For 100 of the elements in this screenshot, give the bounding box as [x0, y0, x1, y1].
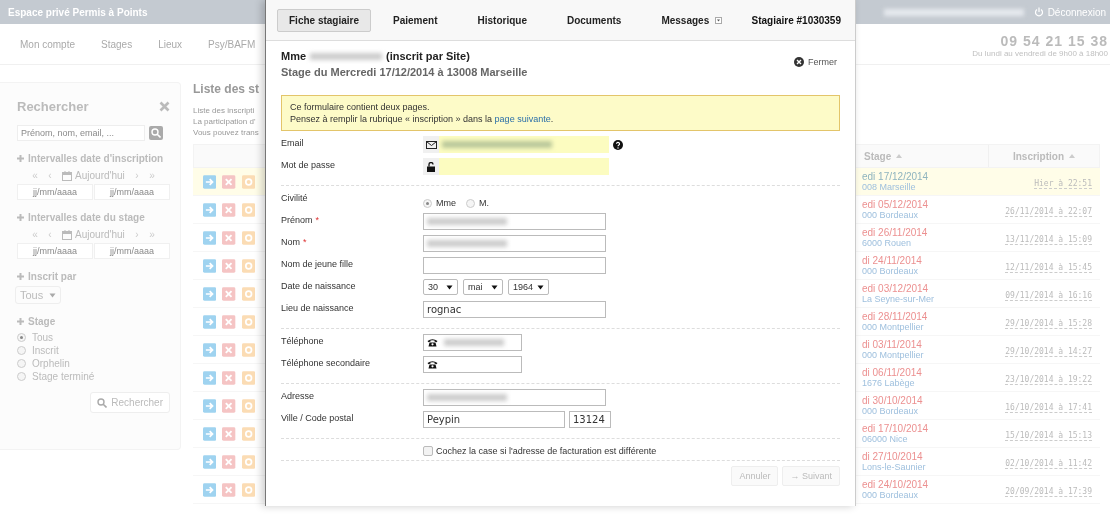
required-mark: * — [303, 237, 307, 247]
tab[interactable]: Historique — [465, 8, 539, 32]
input-field[interactable] — [423, 257, 606, 274]
select-field[interactable]: 1964 — [508, 279, 549, 295]
circle-icon[interactable] — [241, 174, 255, 189]
column-header[interactable]: Stage — [860, 145, 989, 167]
tab[interactable]: Messages — [649, 8, 735, 32]
nav-arrow[interactable]: » — [149, 170, 155, 181]
arrow-icon[interactable] — [203, 398, 217, 413]
select-field[interactable]: mai — [463, 279, 503, 295]
radio-label: Stage terminé — [32, 371, 95, 382]
date-field[interactable]: jj/mm/aaaa — [17, 184, 93, 200]
search-field[interactable]: Prénom, nom, email, ... — [17, 125, 145, 141]
cross-icon[interactable] — [222, 426, 236, 441]
cross-icon[interactable] — [222, 314, 236, 329]
date-field[interactable]: jj/mm/aaaa — [94, 184, 170, 200]
close-button[interactable]: Fermer — [794, 57, 837, 67]
nav-link[interactable]: Lieux — [158, 38, 183, 50]
radio-button[interactable] — [17, 333, 26, 342]
circle-icon[interactable] — [241, 398, 255, 413]
city-field[interactable]: Peypin — [423, 411, 565, 428]
phone-icon — [427, 360, 438, 369]
cross-icon[interactable] — [222, 398, 236, 413]
cross-icon[interactable] — [222, 258, 236, 273]
circle-icon[interactable] — [241, 286, 255, 301]
email-field[interactable] — [439, 136, 609, 153]
page-link[interactable]: page suivante — [494, 114, 551, 124]
field-label: Prénom — [281, 215, 313, 225]
circle-icon[interactable] — [241, 342, 255, 357]
arrow-icon[interactable] — [203, 342, 217, 357]
arrow-icon[interactable] — [203, 286, 217, 301]
circle-icon[interactable] — [241, 258, 255, 273]
circle-icon[interactable] — [241, 454, 255, 469]
nav-link[interactable]: Mon compte — [20, 38, 76, 50]
input-field[interactable] — [423, 235, 606, 252]
nav-link[interactable]: Stages — [101, 38, 133, 50]
arrow-icon[interactable] — [203, 202, 217, 217]
arrow-icon[interactable] — [203, 174, 217, 189]
tab[interactable]: Documents — [554, 8, 634, 32]
arrow-icon[interactable] — [203, 370, 217, 385]
cross-icon[interactable] — [222, 174, 236, 189]
stage-date: edi 05/12/2014 — [862, 199, 930, 210]
close-icon[interactable] — [159, 100, 170, 112]
select-field[interactable]: 30 — [423, 279, 458, 295]
date-field[interactable]: jj/mm/aaaa — [94, 243, 170, 259]
filter-title: Intervalles date du stage — [28, 212, 145, 223]
postcode-field[interactable]: 13124 — [569, 411, 611, 428]
nav-arrow[interactable]: « — [32, 229, 38, 240]
today-link[interactable]: Aujourd'hui — [62, 229, 125, 240]
cross-icon[interactable] — [222, 230, 236, 245]
nav-arrow[interactable]: « — [32, 170, 38, 181]
radio-button[interactable] — [17, 372, 26, 381]
search-button[interactable] — [149, 126, 163, 140]
radio-button[interactable] — [466, 198, 475, 208]
cross-icon[interactable] — [222, 370, 236, 385]
circle-icon[interactable] — [241, 482, 255, 497]
nav-link[interactable]: Psy/BAFM — [208, 38, 256, 50]
column-header[interactable]: Inscription — [989, 145, 1099, 167]
today-link[interactable]: Aujourd'hui — [62, 170, 125, 181]
arrow-icon[interactable] — [203, 454, 217, 469]
stage-date: di 27/10/2014 — [862, 451, 924, 462]
logout-link[interactable]: Déconnexion — [1033, 6, 1106, 18]
radio-button[interactable] — [423, 198, 432, 208]
input-field[interactable] — [423, 389, 606, 406]
phone-field[interactable] — [423, 334, 522, 351]
cross-icon[interactable] — [222, 286, 236, 301]
cross-icon[interactable] — [222, 202, 236, 217]
cross-icon[interactable] — [222, 454, 236, 469]
arrow-icon[interactable] — [203, 258, 217, 273]
tab[interactable]: Paiement — [381, 8, 450, 32]
nav-arrow[interactable]: ‹ — [48, 229, 52, 240]
circle-icon[interactable] — [241, 314, 255, 329]
phone-field[interactable] — [423, 356, 522, 373]
plus-icon — [17, 214, 24, 221]
arrow-icon[interactable] — [203, 230, 217, 245]
circle-icon[interactable] — [241, 426, 255, 441]
cross-icon[interactable] — [222, 342, 236, 357]
search-button[interactable]: Rechercher — [90, 392, 170, 413]
checkbox[interactable] — [423, 446, 433, 456]
tab[interactable]: Fiche stagiaire — [277, 8, 372, 32]
nav-arrow[interactable]: » — [149, 229, 155, 240]
date-field[interactable]: jj/mm/aaaa — [17, 243, 93, 259]
input-field[interactable] — [423, 213, 606, 230]
nav-arrow[interactable]: › — [135, 170, 139, 181]
arrow-icon[interactable] — [203, 482, 217, 497]
radio-button[interactable] — [17, 346, 26, 355]
nav-arrow[interactable]: ‹ — [48, 170, 52, 181]
input-field[interactable]: rognac — [423, 301, 606, 318]
radio-label: M. — [479, 198, 489, 208]
arrow-icon[interactable] — [203, 426, 217, 441]
radio-button[interactable] — [17, 359, 26, 368]
field-label: Nom de jeune fille — [281, 259, 354, 269]
circle-icon[interactable] — [241, 230, 255, 245]
circle-icon[interactable] — [241, 370, 255, 385]
arrow-icon[interactable] — [203, 314, 217, 329]
circle-icon[interactable] — [241, 202, 255, 217]
select-field[interactable]: Tous — [15, 286, 62, 304]
cross-icon[interactable] — [222, 482, 236, 497]
password-field[interactable] — [439, 158, 609, 175]
nav-arrow[interactable]: › — [135, 229, 139, 240]
